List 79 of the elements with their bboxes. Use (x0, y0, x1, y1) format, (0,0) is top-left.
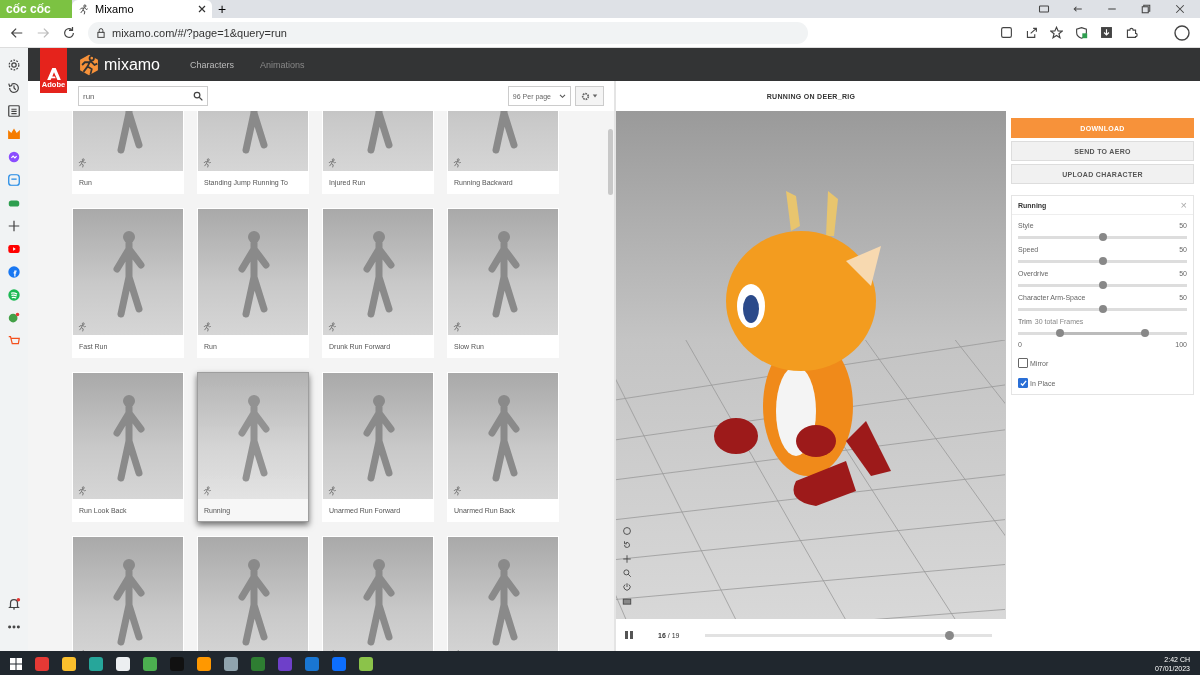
timeline-thumb[interactable] (945, 630, 954, 640)
lock-icon (96, 27, 106, 38)
search-icon[interactable] (193, 91, 203, 101)
social-icon[interactable] (7, 265, 21, 279)
app-icon[interactable] (359, 656, 373, 671)
runner-icon (327, 158, 337, 168)
slider-thumb[interactable] (1098, 233, 1107, 241)
trim-handle[interactable] (1056, 329, 1065, 337)
trim-handle[interactable] (1140, 329, 1149, 337)
pause-icon[interactable] (624, 630, 634, 640)
checkbox[interactable] (1018, 378, 1028, 388)
slider-track[interactable] (1018, 308, 1187, 311)
runner-icon (202, 322, 212, 332)
3d-viewport[interactable] (616, 111, 1006, 619)
runner-icon (77, 322, 87, 332)
runner-icon (202, 486, 212, 496)
start-icon[interactable] (10, 657, 22, 670)
new-tab-button[interactable]: + (212, 0, 233, 18)
animation-card[interactable] (72, 536, 184, 651)
mixamo-logo-text[interactable]: mixamo (104, 55, 160, 74)
scrollbar[interactable] (608, 129, 613, 195)
slider-thumb[interactable] (1098, 305, 1107, 313)
list-icon[interactable] (7, 104, 21, 118)
animation-card[interactable] (197, 536, 309, 651)
reload-icon[interactable] (62, 25, 76, 40)
star-icon[interactable] (1050, 26, 1063, 39)
mixamo-logo-icon[interactable] (78, 53, 100, 76)
nav-tab[interactable]: Animations (254, 59, 311, 70)
shield-icon[interactable] (1075, 26, 1088, 39)
restore-icon[interactable] (1140, 3, 1152, 15)
back-icon[interactable] (10, 25, 24, 40)
settings-dropdown[interactable] (575, 86, 604, 106)
checkbox[interactable] (1018, 358, 1028, 368)
download-icon[interactable] (1100, 26, 1113, 39)
settings-icon (581, 91, 590, 101)
slider-track[interactable] (1018, 260, 1187, 263)
runner-icon (452, 322, 462, 332)
rotate-icon[interactable] (622, 540, 632, 550)
app-icon[interactable] (224, 656, 238, 671)
video-icon[interactable] (7, 242, 21, 256)
chat-bubble-icon[interactable] (7, 150, 21, 164)
profile-icon[interactable] (1174, 24, 1190, 41)
zoom-icon[interactable] (622, 568, 632, 578)
animation-card[interactable] (447, 536, 559, 651)
plus-icon[interactable] (7, 219, 21, 233)
trim-track[interactable] (1018, 332, 1187, 335)
search-field[interactable]: run (78, 86, 208, 106)
history-icon[interactable] (7, 81, 21, 95)
address-field[interactable]: mixamo.com/#/?page=1&query=run (88, 21, 808, 44)
close-icon[interactable] (1174, 3, 1186, 15)
runner-icon (77, 158, 87, 168)
runner-icon (202, 158, 212, 168)
runner-icon (327, 486, 337, 496)
browser-tab[interactable]: Mixamo (72, 0, 212, 18)
power-icon[interactable] (622, 582, 632, 592)
runner-icon (77, 486, 87, 496)
slider-thumb[interactable] (1098, 281, 1107, 289)
app-icon[interactable] (197, 656, 211, 671)
runner-icon (327, 322, 337, 332)
slider-track[interactable] (1018, 236, 1187, 239)
close-tab-icon[interactable] (198, 5, 206, 13)
runner-icon (452, 486, 462, 496)
runner-icon[interactable] (78, 3, 89, 15)
nav-tab[interactable]: Characters (184, 59, 241, 70)
caret-icon (592, 93, 598, 99)
extensions-icon[interactable] (1125, 26, 1138, 39)
crown-icon[interactable] (7, 127, 21, 141)
slider-thumb[interactable] (1098, 257, 1107, 265)
runner-icon (452, 158, 462, 168)
move-icon[interactable] (622, 554, 632, 564)
slider-track[interactable] (1018, 284, 1187, 287)
music-icon[interactable] (7, 288, 21, 302)
animation-card[interactable] (322, 536, 434, 651)
settings-icon[interactable] (7, 58, 21, 72)
share-icon[interactable] (1025, 26, 1038, 39)
chevron-down-icon (559, 93, 566, 99)
adobe-mark-icon (46, 68, 61, 80)
bell-icon[interactable] (7, 597, 21, 611)
app-icon[interactable] (116, 656, 130, 671)
